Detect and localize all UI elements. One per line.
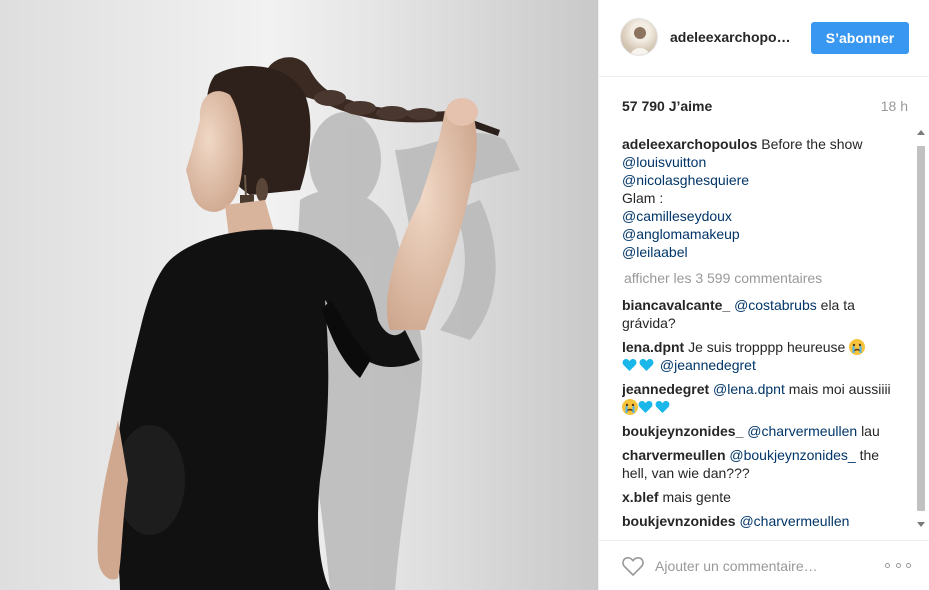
- caption: adeleexarchopoulos Before the show @loui…: [622, 135, 898, 261]
- avatar[interactable]: [620, 18, 658, 56]
- comment-mention[interactable]: @charvermeullen: [747, 423, 857, 439]
- comment-mention[interactable]: @lena.dpnt: [713, 381, 785, 397]
- comment-username[interactable]: lena.dpnt: [622, 339, 684, 355]
- comment-text: lau: [861, 423, 880, 439]
- caption-mention[interactable]: @nicolasghesquiere: [622, 171, 898, 189]
- post-header: adeleexarchopo… S’abonner: [599, 0, 929, 77]
- comment-item: boukjevnzonides @charvermeullen: [622, 512, 898, 530]
- follow-button[interactable]: S’abonner: [811, 22, 909, 54]
- caption-mention[interactable]: @leilaabel: [622, 243, 898, 261]
- comment-text: mais moi aussiiii: [788, 381, 891, 397]
- crying-face-icon: [849, 339, 866, 355]
- comment-item: lena.dpnt Je suis tropppp heureuse @jean…: [622, 338, 898, 374]
- likes-count[interactable]: 57 790 J’aime: [622, 98, 712, 114]
- blue-heart-icon: [655, 400, 670, 414]
- scroll-up-arrow-icon[interactable]: [917, 130, 925, 135]
- post-time[interactable]: 18 h: [881, 98, 908, 114]
- comment-item: biancavalcante_ @costabrubs ela ta grávi…: [622, 296, 898, 332]
- comment-item: charvermeullen @boukjeynzonides_ the hel…: [622, 446, 898, 482]
- caption-username[interactable]: adeleexarchopoulos: [622, 136, 757, 152]
- comment-mention[interactable]: @costabrubs: [734, 297, 817, 313]
- photo-illustration: [0, 0, 598, 590]
- caption-mention[interactable]: @louisvuitton: [622, 153, 898, 171]
- comment-username[interactable]: charvermeullen: [622, 447, 726, 463]
- comment-username[interactable]: x.blef: [622, 489, 659, 505]
- comment-text: mais gente: [662, 489, 731, 505]
- comment-footer: [599, 540, 929, 590]
- caption-text: Before the show: [761, 136, 863, 152]
- load-more-comments-link[interactable]: afficher les 3 599 commentaires: [624, 269, 898, 287]
- comment-username[interactable]: jeannedegret: [622, 381, 709, 397]
- comment-item: jeannedegret @lena.dpnt mais moi aussiii…: [622, 380, 898, 416]
- caption-mention[interactable]: @camilleseydoux: [622, 207, 898, 225]
- comment-mention[interactable]: @jeannedegret: [660, 357, 756, 373]
- post-photo[interactable]: [0, 0, 598, 590]
- comment-username[interactable]: boukjevnzonides: [622, 513, 736, 529]
- comment-mention[interactable]: @boukjeynzonides_: [729, 447, 855, 463]
- post-side-panel: adeleexarchopo… S’abonner 57 790 J’aime …: [598, 0, 929, 590]
- blue-heart-icon: [639, 358, 654, 372]
- add-comment-input[interactable]: [655, 556, 865, 576]
- comment-text: Je suis tropppp heureuse: [688, 339, 846, 355]
- scroll-down-arrow-icon[interactable]: [917, 522, 925, 527]
- blue-heart-icon: [638, 400, 653, 414]
- avatar-image: [630, 27, 650, 55]
- crying-face-icon: [622, 399, 638, 415]
- scroll-thumb[interactable]: [917, 146, 925, 511]
- dot: [895, 562, 901, 568]
- caption-mention[interactable]: @anglomamakeup: [622, 225, 898, 243]
- comment-username[interactable]: boukjeynzonides_: [622, 423, 743, 439]
- comment-item: boukjeynzonides_ @charvermeullen lau: [622, 422, 898, 440]
- caption-glam-label: Glam :: [622, 190, 664, 206]
- heart-outline-icon[interactable]: [621, 555, 645, 577]
- blue-heart-icon: [622, 358, 637, 372]
- comments-scrollbar[interactable]: [915, 127, 927, 530]
- more-options-icon[interactable]: [885, 560, 911, 570]
- dot: [906, 562, 911, 568]
- username-link[interactable]: adeleexarchopo…: [670, 29, 791, 45]
- dot: [885, 562, 890, 568]
- comments-list: adeleexarchopoulos Before the show @loui…: [622, 135, 898, 535]
- comment-username[interactable]: biancavalcante_: [622, 297, 730, 313]
- comment-item: x.blef mais gente: [622, 488, 898, 506]
- comment-mention[interactable]: @charvermeullen: [739, 513, 849, 529]
